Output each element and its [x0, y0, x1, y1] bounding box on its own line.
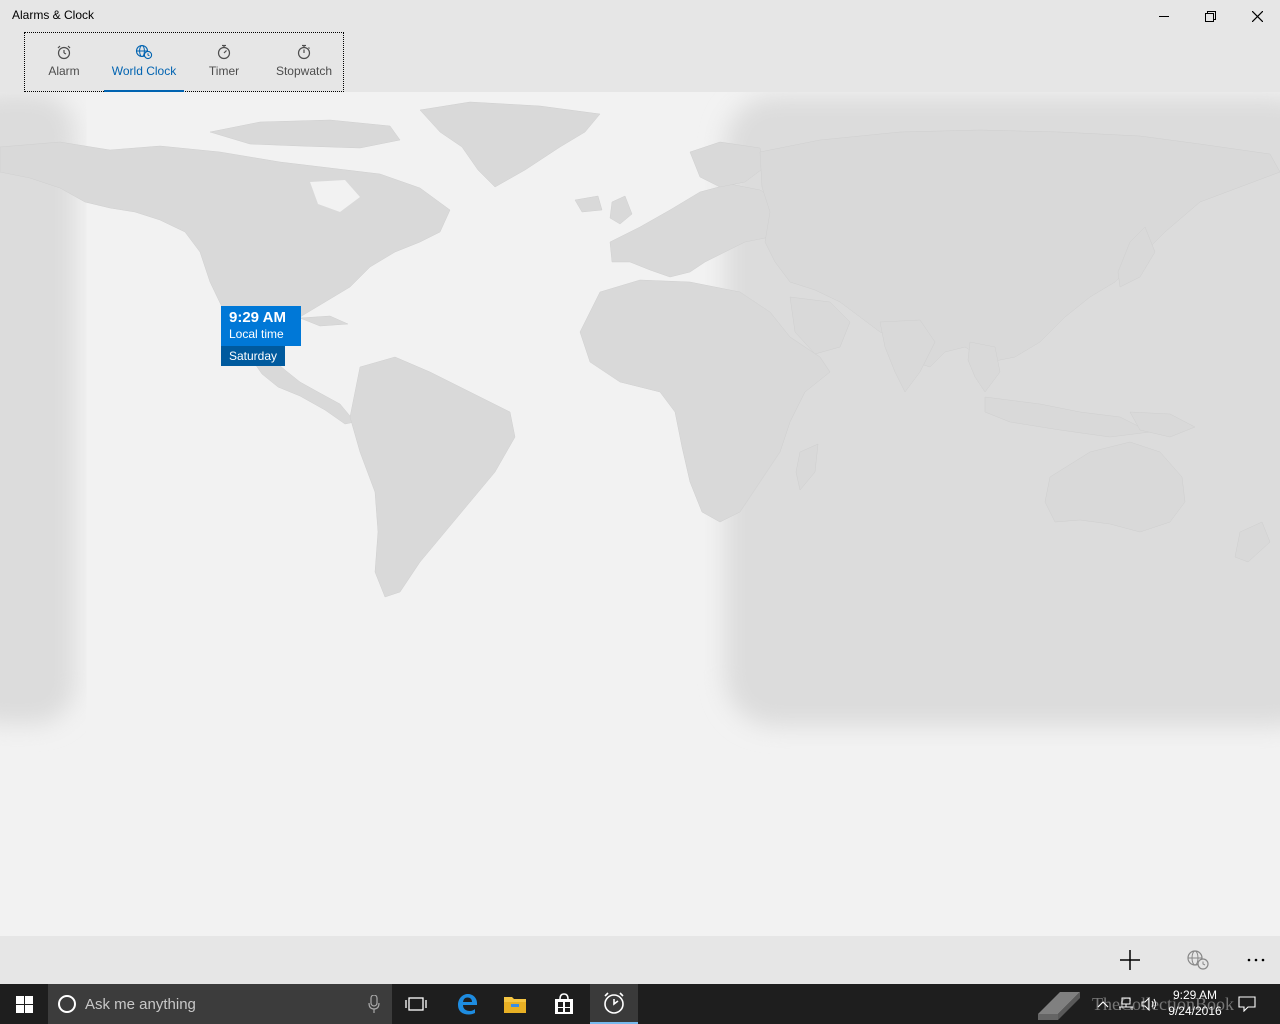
windows-logo-icon — [15, 995, 33, 1013]
taskbar: Ask me anything TheCollectionBook 9:29 A… — [0, 984, 1280, 1024]
restore-icon — [1204, 10, 1216, 22]
local-time-label: Local time — [229, 327, 284, 341]
more-icon — [1247, 958, 1265, 962]
stopwatch-icon — [296, 43, 312, 61]
compare-button[interactable] — [1170, 936, 1226, 984]
speaker-icon — [1141, 997, 1156, 1011]
local-day-label: Saturday — [221, 346, 286, 366]
action-center-button[interactable] — [1234, 984, 1260, 1024]
tab-world-clock[interactable]: World Clock — [104, 33, 184, 92]
restore-button[interactable] — [1187, 0, 1233, 32]
globe-clock-icon — [135, 43, 153, 61]
cortana-search-box[interactable]: Ask me anything — [48, 984, 392, 1024]
timer-icon — [216, 43, 232, 61]
book-logo-icon — [1038, 992, 1080, 1020]
minimize-button[interactable] — [1141, 0, 1187, 32]
close-button[interactable] — [1234, 0, 1280, 32]
search-placeholder: Ask me anything — [85, 995, 196, 1013]
tab-timer-label: Timer — [208, 64, 240, 78]
minimize-icon — [1159, 16, 1169, 17]
tab-alarm[interactable]: Alarm — [39, 33, 89, 91]
local-time-value: 9:29 AM — [229, 309, 286, 326]
chevron-up-icon — [1097, 1001, 1109, 1008]
task-view-button[interactable] — [392, 984, 440, 1024]
alarm-clock-icon — [56, 43, 72, 61]
tab-world-clock-label: World Clock — [111, 64, 177, 78]
window-title: Alarms & Clock — [12, 8, 95, 22]
edge-button[interactable] — [443, 984, 491, 1024]
tab-timer[interactable]: Timer — [199, 33, 249, 91]
file-explorer-icon — [504, 997, 526, 1013]
cortana-icon — [58, 995, 76, 1013]
plus-icon — [1120, 950, 1140, 970]
close-icon — [1251, 10, 1263, 22]
system-time: 9:29 AM — [1172, 988, 1218, 1002]
store-button[interactable] — [540, 984, 588, 1024]
network-icon — [1119, 997, 1133, 1010]
tab-stopwatch[interactable]: Stopwatch — [269, 33, 339, 91]
edge-icon — [458, 994, 477, 1015]
compare-clock-icon — [1187, 950, 1209, 970]
add-city-button[interactable] — [1102, 936, 1158, 984]
world-map[interactable]: 9:29 AM Local time Saturday — [0, 92, 1280, 936]
pivot-tabs: Alarm World Clock Timer Stopwatch — [24, 32, 344, 92]
nav-bar: Alarm World Clock Timer Stopwatch — [0, 32, 1280, 92]
alarms-clock-taskbar-button[interactable] — [590, 984, 638, 1024]
store-icon — [555, 993, 573, 1014]
notification-icon — [1238, 996, 1256, 1012]
system-date: 9/24/2016 — [1168, 1004, 1222, 1018]
volume-button[interactable] — [1140, 984, 1160, 1024]
system-clock[interactable]: 9:29 AM 9/24/2016 — [1160, 987, 1230, 1019]
start-button[interactable] — [0, 984, 48, 1024]
microphone-icon[interactable] — [368, 995, 380, 1013]
command-bar — [0, 936, 1280, 984]
alarms-clock-icon — [604, 992, 624, 1014]
more-options-button[interactable] — [1228, 936, 1280, 984]
tab-alarm-label: Alarm — [48, 64, 80, 78]
local-time-marker[interactable]: 9:29 AM Local time Saturday — [221, 306, 301, 366]
show-hidden-icons-button[interactable] — [1094, 984, 1112, 1024]
tab-stopwatch-label: Stopwatch — [275, 64, 333, 78]
world-map-graphic — [0, 92, 1280, 726]
task-view-icon — [405, 997, 427, 1011]
title-bar: Alarms & Clock — [0, 0, 1280, 32]
file-explorer-button[interactable] — [491, 984, 539, 1024]
local-time-card: 9:29 AM Local time — [221, 306, 301, 346]
network-button[interactable] — [1116, 984, 1136, 1024]
